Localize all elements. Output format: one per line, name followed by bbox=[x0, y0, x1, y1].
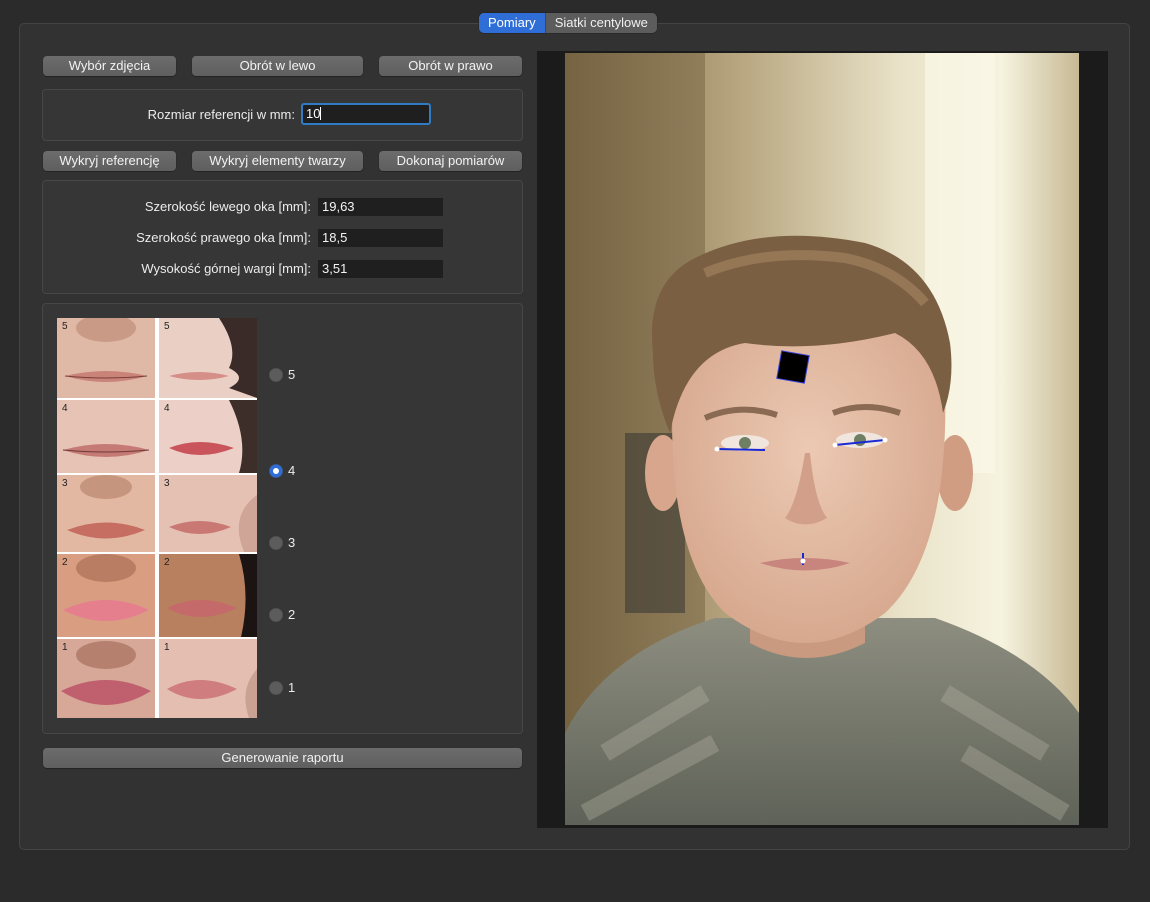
lip-scale-option-2[interactable]: 2 bbox=[269, 607, 295, 622]
detect-reference-button[interactable]: Wykryj referencję bbox=[43, 151, 176, 171]
lip-image-number: 4 bbox=[164, 403, 170, 414]
right-eye-width-field[interactable]: 18,5 bbox=[318, 229, 443, 247]
radio-label: 1 bbox=[288, 680, 296, 695]
radio-button[interactable] bbox=[269, 607, 283, 622]
rotate-right-button[interactable]: Obrót w prawo bbox=[379, 56, 522, 76]
lip-image-number: 1 bbox=[164, 642, 170, 653]
radio-label: 5 bbox=[288, 367, 296, 382]
lip-image-5-front: 5 bbox=[57, 318, 155, 398]
lip-image-1-front: 1 bbox=[57, 639, 155, 718]
face-photo bbox=[565, 53, 1079, 825]
lip-image-number: 3 bbox=[164, 478, 170, 489]
left-eye-width-field[interactable]: 19,63 bbox=[318, 198, 443, 216]
lip-image-number: 2 bbox=[62, 557, 68, 568]
radio-button[interactable] bbox=[269, 367, 283, 382]
generate-report-button[interactable]: Generowanie raportu bbox=[43, 748, 522, 768]
radio-label: 2 bbox=[288, 607, 296, 622]
tab-siatki-centylowe[interactable]: Siatki centylowe bbox=[544, 13, 657, 33]
reference-size-input[interactable]: 10 bbox=[301, 103, 431, 125]
reference-group: Rozmiar referencji w mm: 10 bbox=[42, 89, 523, 141]
lip-image-number: 2 bbox=[164, 557, 170, 568]
lip-image-3-front: 3 bbox=[57, 475, 155, 552]
lip-scale-option-4[interactable]: 4 bbox=[269, 463, 295, 478]
tab-bar: Pomiary Siatki centylowe bbox=[479, 13, 657, 33]
radio-button[interactable] bbox=[269, 535, 283, 550]
upper-lip-height-label: Wysokość górnej wargi [mm]: bbox=[141, 261, 311, 276]
lip-image-number: 5 bbox=[164, 321, 170, 332]
lip-image-number: 3 bbox=[62, 478, 68, 489]
photo-viewer bbox=[537, 51, 1108, 828]
radio-label: 3 bbox=[288, 535, 296, 550]
lip-image-1-profile: 1 bbox=[159, 639, 257, 718]
detect-face-elements-button[interactable]: Wykryj elementy twarzy bbox=[192, 151, 363, 171]
lip-image-4-front: 4 bbox=[57, 400, 155, 473]
lip-scale-option-3[interactable]: 3 bbox=[269, 535, 295, 550]
measure-button[interactable]: Dokonaj pomiarów bbox=[379, 151, 522, 171]
lip-image-4-profile: 4 bbox=[159, 400, 257, 473]
lip-image-2-profile: 2 bbox=[159, 554, 257, 637]
tab-pomiary[interactable]: Pomiary bbox=[479, 13, 545, 33]
lip-image-number: 1 bbox=[62, 642, 68, 653]
lip-scale-option-5[interactable]: 5 bbox=[269, 367, 295, 382]
right-eye-width-label: Szerokość prawego oka [mm]: bbox=[136, 230, 311, 245]
left-eye-width-label: Szerokość lewego oka [mm]: bbox=[144, 199, 311, 214]
radio-button-selected[interactable] bbox=[269, 463, 283, 478]
radio-button[interactable] bbox=[269, 680, 283, 695]
rotate-left-button[interactable]: Obrót w lewo bbox=[192, 56, 363, 76]
measurements-group: Szerokość lewego oka [mm]: 19,63 Szeroko… bbox=[42, 180, 523, 294]
upper-lip-height-field[interactable]: 3,51 bbox=[318, 260, 443, 278]
select-photo-button[interactable]: Wybór zdjęcia bbox=[43, 56, 176, 76]
lip-image-number: 5 bbox=[62, 321, 68, 332]
radio-label: 4 bbox=[288, 463, 296, 478]
lip-image-number: 4 bbox=[62, 403, 68, 414]
lip-image-2-front: 2 bbox=[57, 554, 155, 637]
lip-image-3-profile: 3 bbox=[159, 475, 257, 552]
lip-scale-option-1[interactable]: 1 bbox=[269, 680, 295, 695]
lip-reference-images: 5 5 4 4 3 3 2 2 1 1 bbox=[57, 318, 257, 718]
lip-image-5-profile: 5 bbox=[159, 318, 257, 398]
reference-size-label: Rozmiar referencji w mm: bbox=[147, 107, 295, 122]
